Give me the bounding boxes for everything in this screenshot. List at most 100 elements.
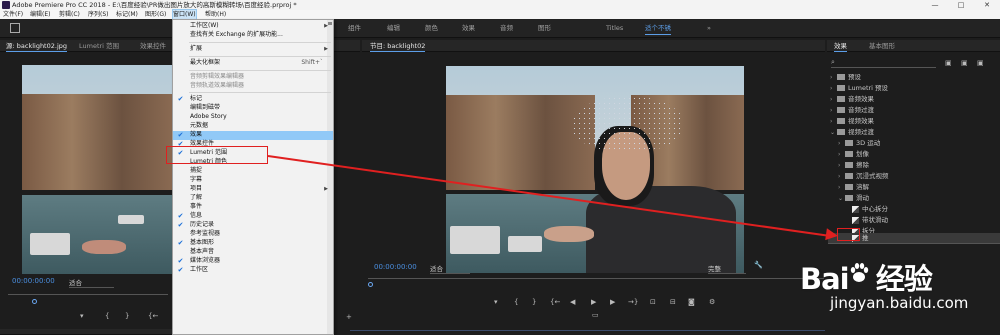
menu-item-exchange[interactable]: 查找有关 Exchange 的扩展功能... xyxy=(173,31,333,40)
menu-sequence[interactable]: 序列(S) xyxy=(88,10,109,19)
menu-graphics[interactable]: 图形(G) xyxy=(145,10,166,19)
compare-view-icon[interactable]: ▭ xyxy=(592,311,599,319)
menu-item-media-browser[interactable]: ✔ 媒体浏览器 xyxy=(173,257,333,266)
tree-item-audio-effects[interactable]: › 音频效果 xyxy=(830,94,874,105)
settings-icon[interactable]: ⚙ xyxy=(709,298,715,306)
menu-item-extensions[interactable]: 扩展 ▶ xyxy=(173,45,333,54)
effects-tab-row: 效果 基本图形 xyxy=(827,40,1000,52)
tree-item-immersive-video[interactable]: › 沉浸式视频 xyxy=(838,171,889,182)
tree-item-band-slide[interactable]: 带状滑动 xyxy=(852,215,888,226)
menu-item-metadata[interactable]: 元数据 xyxy=(173,122,333,131)
close-button[interactable]: ✕ xyxy=(974,0,1000,10)
program-go-to-in-icon[interactable]: {← xyxy=(550,298,560,306)
tree-item-center-split[interactable]: 中心拆分 xyxy=(852,204,888,215)
menu-item-workspaces[interactable]: 工作区(W) ▶ xyxy=(173,22,333,31)
menu-item-info[interactable]: ✔ 信息 xyxy=(173,212,333,221)
program-mark-out-icon[interactable]: } xyxy=(532,298,536,306)
source-scrub-bar[interactable] xyxy=(8,294,168,295)
home-icon[interactable] xyxy=(10,23,20,33)
menu-item-capture[interactable]: 捕捉 xyxy=(173,167,333,176)
menu-file[interactable]: 文件(F) xyxy=(3,10,23,19)
tree-item-slide[interactable]: ⌄ 滑动 xyxy=(838,193,869,204)
source-mark-in-icon[interactable]: { xyxy=(105,312,109,320)
source-fit-dropdown[interactable]: 适合 xyxy=(69,277,114,288)
tab-lumetri-scopes[interactable]: Lumetri 范围 xyxy=(79,40,119,52)
32bit-effects-icon[interactable]: ▣ xyxy=(961,60,968,67)
menu-item-projects[interactable]: 项目 ▶ xyxy=(173,185,333,194)
workspace-overflow-button[interactable]: » xyxy=(707,19,711,38)
menu-item-captions[interactable]: 字幕 xyxy=(173,176,333,185)
tab-program[interactable]: 节目: backlight02 xyxy=(370,40,426,52)
workspace-tab-graphics[interactable]: 图形 xyxy=(538,19,551,38)
extract-icon[interactable]: ⊟ xyxy=(670,298,676,306)
program-marker-icon[interactable]: ▾ xyxy=(494,298,498,306)
play-icon[interactable]: ▶ xyxy=(591,298,596,306)
workspace-tab-color[interactable]: 颜色 xyxy=(425,19,438,38)
program-mark-in-icon[interactable]: { xyxy=(514,298,518,306)
minimize-button[interactable]: — xyxy=(922,0,948,10)
tab-essential-graphics[interactable]: 基本图形 xyxy=(869,40,895,52)
program-timecode[interactable]: 00:00:00:00 xyxy=(374,263,417,271)
tab-effect-controls[interactable]: 效果控件 xyxy=(140,40,166,52)
source-go-to-in-icon[interactable]: {← xyxy=(148,312,158,320)
checkmark-icon: ✔ xyxy=(177,239,184,247)
export-frame-icon[interactable]: ◙ xyxy=(688,298,695,306)
program-quality-dropdown[interactable]: 完整 xyxy=(708,263,746,274)
menu-item-events[interactable]: 事件 xyxy=(173,203,333,212)
premiere-app-icon xyxy=(2,1,10,9)
yuv-effects-icon[interactable]: ▣ xyxy=(977,60,984,67)
source-mark-out-icon[interactable]: } xyxy=(125,312,129,320)
workspace-tab-assembly[interactable]: 组件 xyxy=(348,19,361,38)
step-forward-icon[interactable]: ▶ xyxy=(610,298,615,306)
menu-item-history[interactable]: ✔ 历史记录 xyxy=(173,221,333,230)
menu-help[interactable]: 帮助(H) xyxy=(205,10,226,19)
menu-item-essential-graphics[interactable]: ✔ 基本图形 xyxy=(173,239,333,248)
tree-item-3d-motion[interactable]: › 3D 运动 xyxy=(838,138,880,149)
workspace-tab-effects[interactable]: 效果 xyxy=(462,19,475,38)
menu-item-effects[interactable]: ✔ 效果 xyxy=(173,131,333,140)
tree-item-video-transitions[interactable]: ⌄ 视频过渡 xyxy=(830,127,874,138)
tree-item-presets[interactable]: › 预设 xyxy=(830,72,861,83)
add-button-icon[interactable]: + xyxy=(346,313,352,321)
menu-item-markers[interactable]: ✔ 标记 xyxy=(173,95,333,104)
wrench-icon[interactable]: 🔧 xyxy=(754,261,763,269)
tree-item-lumetri-presets[interactable]: › Lumetri 预设 xyxy=(830,83,888,94)
program-fit-dropdown[interactable]: 适合 xyxy=(430,263,470,274)
source-timecode[interactable]: 00:00:00:00 xyxy=(12,277,55,285)
menu-item-workspace-panel[interactable]: ✔ 工作区 xyxy=(173,266,333,275)
tab-effects[interactable]: 效果 xyxy=(834,40,847,52)
baidu-watermark-url: jingyan.baidu.com xyxy=(830,294,969,312)
menu-item-reference-monitor[interactable]: 参考监视器 xyxy=(173,230,333,239)
annotation-box-effects-tree xyxy=(837,228,860,241)
step-back-icon[interactable]: ◀ xyxy=(570,298,575,306)
menu-item-edit-to-tape[interactable]: 编辑到磁带 xyxy=(173,104,333,113)
menu-window[interactable]: 窗口(W) xyxy=(172,9,197,20)
maximize-button[interactable]: □ xyxy=(948,0,974,10)
menu-item-maximize-frame[interactable]: 最大化框架 Shift+` xyxy=(173,59,333,68)
workspace-tab-audio[interactable]: 音频 xyxy=(500,19,513,38)
menu-edit[interactable]: 编辑(E) xyxy=(30,10,50,19)
program-go-to-out-icon[interactable]: →} xyxy=(628,298,638,306)
tab-source[interactable]: 源: backlight02.jpg xyxy=(6,40,68,52)
menu-item-learn[interactable]: 了解 xyxy=(173,194,333,203)
menu-clip[interactable]: 剪辑(C) xyxy=(59,10,80,19)
tree-item-audio-transitions[interactable]: › 音频过渡 xyxy=(830,105,874,116)
accelerated-effects-icon[interactable]: ▣ xyxy=(945,60,952,67)
lift-icon[interactable]: ⊡ xyxy=(650,298,656,306)
menu-item-adobe-story[interactable]: Adobe Story xyxy=(173,113,333,122)
source-mark-in-button[interactable]: ▾ xyxy=(80,312,84,320)
program-scrub-bar[interactable] xyxy=(368,278,824,279)
menu-marker[interactable]: 标记(M) xyxy=(116,10,138,19)
tree-item-video-effects[interactable]: › 视频效果 xyxy=(830,116,874,127)
workspace-tab-titles[interactable]: Titles xyxy=(606,19,623,38)
workspace-tab-editing[interactable]: 编辑 xyxy=(387,19,400,38)
tree-item-dissolve[interactable]: › 溶解 xyxy=(838,182,869,193)
program-playhead[interactable] xyxy=(368,282,373,287)
checkmark-icon: ✔ xyxy=(177,131,184,139)
effects-search-input[interactable]: ⌕ xyxy=(831,58,936,68)
tree-item-iris[interactable]: › 划像 xyxy=(838,149,869,160)
menu-item-essential-sound[interactable]: 基本声音 xyxy=(173,248,333,257)
source-playhead[interactable] xyxy=(32,299,37,304)
workspace-tab-custom[interactable]: 适个不锈 xyxy=(645,19,671,38)
tree-item-wipe[interactable]: › 擦除 xyxy=(838,160,869,171)
